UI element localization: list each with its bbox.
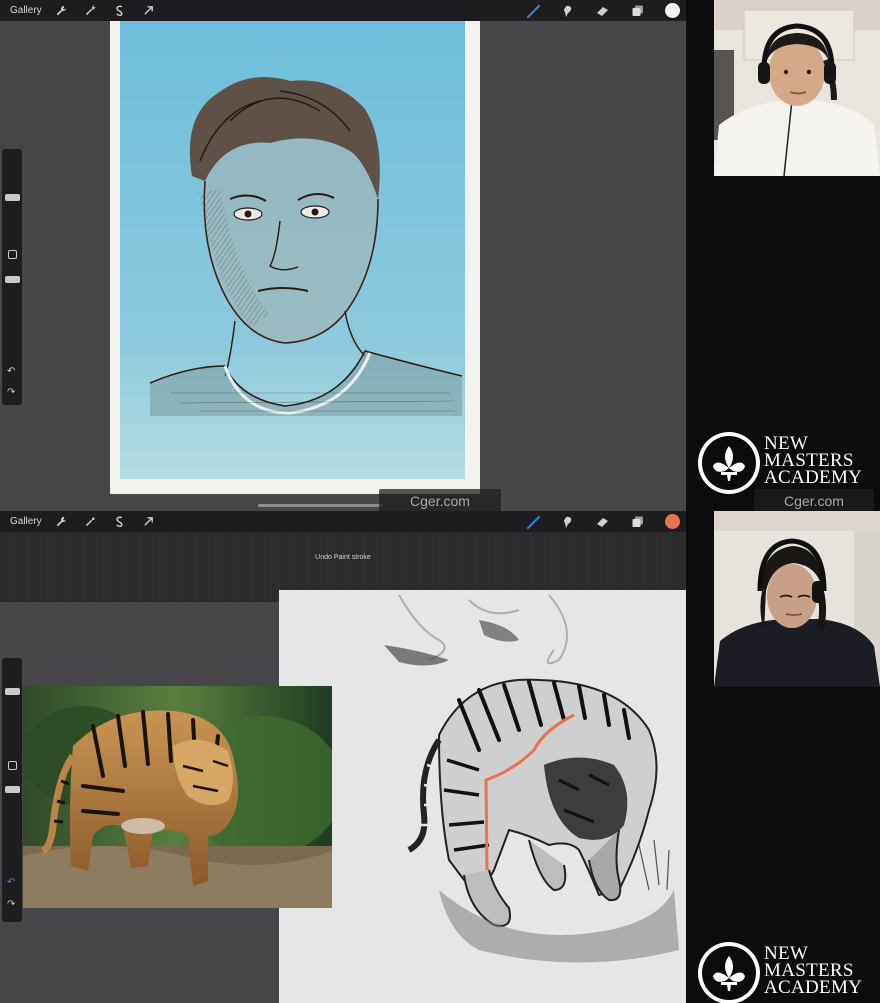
brush-size-slider[interactable] <box>5 688 20 695</box>
opacity-slider[interactable] <box>5 786 20 793</box>
modify-button[interactable] <box>8 250 17 259</box>
opacity-slider[interactable] <box>5 276 20 283</box>
magic-wand-icon[interactable] <box>83 3 99 19</box>
modify-button[interactable] <box>8 761 17 770</box>
eraser-icon[interactable] <box>594 2 611 19</box>
watermark-top: Cger.com <box>379 489 501 511</box>
watermark-right: Cger.com <box>754 489 874 512</box>
transform-arrow-icon[interactable] <box>141 3 157 19</box>
wrench-icon[interactable] <box>54 3 70 19</box>
brand-line-3: ACADEMY <box>764 467 863 488</box>
redo-icon[interactable]: ↷ <box>7 900 15 910</box>
undo-icon[interactable]: ↶ <box>7 878 15 888</box>
undo-notice-text: Undo Paint stroke <box>315 554 371 561</box>
color-picker-swatch[interactable] <box>665 514 680 529</box>
tiger-reference-photo <box>23 686 332 908</box>
procreate-canvas-bottom[interactable]: Gallery Undo Paint stroke ↶ ↷ <box>0 511 686 1003</box>
fleur-de-lis-icon <box>698 942 760 1003</box>
portrait-drawing <box>110 21 480 494</box>
brand-line-3: ACADEMY <box>764 977 863 998</box>
transform-arrow-icon[interactable] <box>141 514 157 530</box>
layers-icon[interactable] <box>629 513 646 530</box>
magic-wand-icon[interactable] <box>83 514 99 530</box>
home-indicator <box>258 504 383 507</box>
webcam-feed-co-instructor <box>714 511 880 687</box>
eraser-icon[interactable] <box>594 513 611 530</box>
top-toolbar: Gallery <box>0 0 686 21</box>
bottom-toolbar: Gallery <box>0 511 686 532</box>
procreate-canvas-top[interactable]: Gallery ↶ ↷ Cger.com <box>0 0 686 511</box>
smudge-icon[interactable] <box>559 2 576 19</box>
brand-logo-bottom: NEW MASTERS ACADEMY <box>698 942 880 1003</box>
gallery-button[interactable]: Gallery <box>10 516 42 527</box>
side-slider-bar: ↶ ↷ <box>2 658 22 922</box>
selection-icon[interactable] <box>112 3 128 19</box>
screen-root: Gallery ↶ ↷ Cger.com Gallery Undo Paint … <box>0 0 880 1003</box>
smudge-icon[interactable] <box>559 513 576 530</box>
brush-icon[interactable] <box>525 513 542 530</box>
gallery-button[interactable]: Gallery <box>10 5 42 16</box>
brush-size-slider[interactable] <box>5 194 20 201</box>
brand-logo-top: NEW MASTERS ACADEMY <box>698 432 880 496</box>
tiger-sketch <box>279 590 686 1003</box>
brand-wordmark: NEW MASTERS ACADEMY <box>764 434 863 488</box>
brand-wordmark: NEW MASTERS ACADEMY <box>764 944 863 998</box>
color-picker-swatch[interactable] <box>665 3 680 18</box>
brush-icon[interactable] <box>525 2 542 19</box>
undo-icon[interactable]: ↶ <box>7 367 15 377</box>
fleur-de-lis-icon <box>698 432 760 494</box>
redo-icon[interactable]: ↷ <box>7 388 15 398</box>
side-slider-bar: ↶ ↷ <box>2 149 22 405</box>
webcam-feed-instructor <box>714 0 880 176</box>
wrench-icon[interactable] <box>54 514 70 530</box>
layers-icon[interactable] <box>629 2 646 19</box>
selection-icon[interactable] <box>112 514 128 530</box>
